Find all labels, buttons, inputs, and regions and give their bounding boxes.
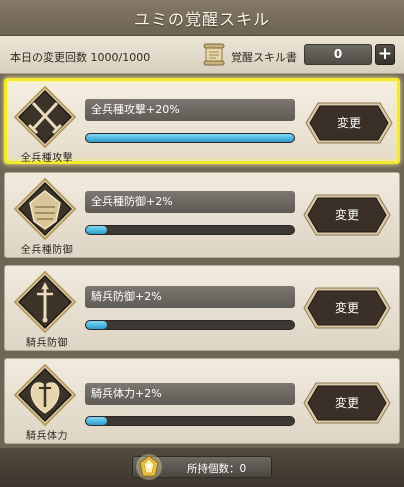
- skill-name-bar: 全兵種防御+2%: [85, 191, 295, 213]
- skill-card-cavalry-defense[interactable]: 騎兵防御 騎兵防御+2% 変更: [4, 265, 400, 351]
- change-button-label: 変更: [334, 396, 359, 410]
- change-button-label: 変更: [334, 301, 359, 315]
- skill-progress-track: [85, 133, 295, 143]
- info-bar: 本日の変更回数 1000/1000 覚醒スキル書 0 +: [0, 36, 404, 74]
- skill-progress-fill: [86, 321, 107, 329]
- footer: 所持個数：0: [0, 448, 404, 487]
- skill-card-all-defense[interactable]: 全兵種防御 全兵種防御+2% 変更: [4, 172, 400, 258]
- scroll-icon: [203, 43, 225, 66]
- crossed-swords-icon: [13, 85, 77, 149]
- change-button-label: 変更: [336, 116, 361, 130]
- skill-progress-track: [85, 320, 295, 330]
- header: ユミの覚醒スキル: [0, 0, 404, 36]
- page-title: ユミの覚醒スキル: [133, 9, 270, 29]
- skill-book-label: 覚醒スキル書: [231, 51, 297, 64]
- change-button[interactable]: 変更: [304, 101, 394, 145]
- skill-progress-track: [85, 416, 295, 426]
- skill-name-bar: 全兵種攻撃+20%: [85, 99, 295, 121]
- heart-icon: [13, 363, 77, 427]
- skill-progress-fill: [86, 417, 107, 425]
- skill-label: 騎兵防御: [26, 338, 68, 349]
- skill-label: 騎兵体力: [26, 431, 68, 442]
- skill-name-bar: 騎兵防御+2%: [85, 286, 295, 308]
- change-button[interactable]: 変更: [302, 286, 392, 330]
- skill-card-cavalry-health[interactable]: 騎兵体力 騎兵体力+2% 変更: [4, 358, 400, 444]
- skill-label: 全兵種防御: [20, 245, 74, 256]
- change-button[interactable]: 変更: [302, 193, 392, 237]
- skill-progress-track: [85, 225, 295, 235]
- skill-card-all-attack[interactable]: 全兵種攻撃 全兵種攻撃+20% 変更: [4, 78, 400, 164]
- skill-label: 全兵種攻撃: [20, 153, 74, 164]
- change-count-label: 本日の変更回数 1000/1000: [10, 51, 151, 64]
- change-button-label: 変更: [334, 208, 359, 222]
- skill-progress-fill: [86, 134, 294, 142]
- skill-name-bar: 騎兵体力+2%: [85, 383, 295, 405]
- skill-book-count: 0: [304, 44, 372, 65]
- owned-count-label: 所持個数：0: [187, 463, 247, 475]
- add-skill-book-button[interactable]: +: [375, 44, 395, 65]
- skill-progress-fill: [86, 226, 107, 234]
- gem-icon: [136, 454, 162, 480]
- change-button[interactable]: 変更: [302, 381, 392, 425]
- shield-icon: [13, 177, 77, 241]
- sword-icon: [13, 270, 77, 334]
